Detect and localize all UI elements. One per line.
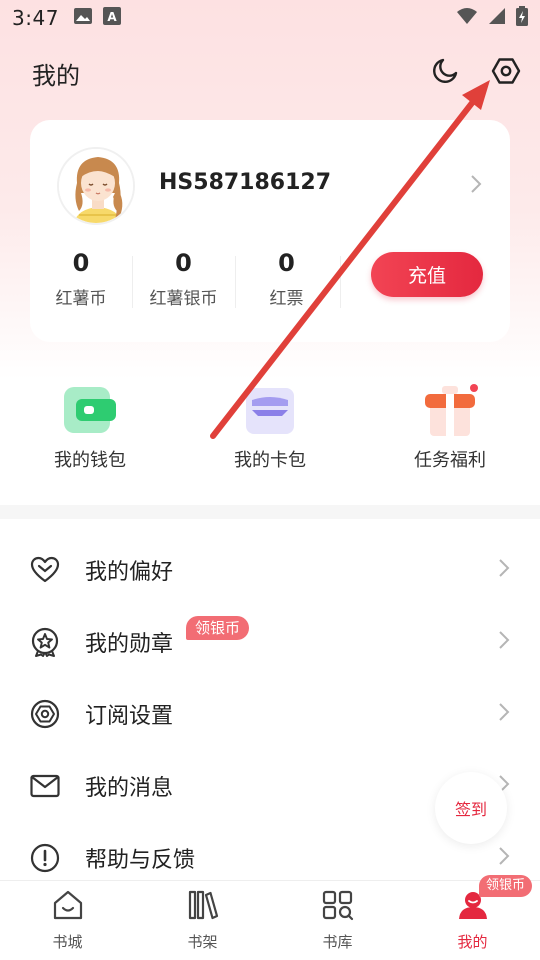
silver-coin-badge: 领银币 — [479, 875, 533, 897]
quick-action-label: 我的钱包 — [54, 450, 126, 471]
quick-action-label: 我的卡包 — [234, 450, 306, 471]
page-title: 我的 — [32, 61, 80, 90]
quick-action-label: 任务福利 — [414, 450, 486, 471]
menu-item-medals[interactable]: 我的勋章 领银币 — [0, 606, 540, 678]
nav-item-bookstore[interactable]: 书城 — [0, 881, 135, 960]
menu-label: 我的偏好 — [85, 560, 174, 585]
nav-item-library[interactable]: 书库 — [270, 881, 405, 960]
menu-item-preferences[interactable]: 我的偏好 — [0, 534, 540, 606]
nav-label: 书城 — [52, 933, 83, 951]
chevron-right-icon — [498, 630, 510, 654]
section-divider — [0, 505, 540, 519]
stat-silver-coins[interactable]: 0 红薯银币 — [132, 248, 235, 309]
notification-dot — [470, 384, 478, 392]
stat-value: 0 — [72, 249, 90, 277]
chevron-right-icon — [498, 846, 510, 870]
gear-icon — [30, 699, 60, 729]
avatar[interactable] — [57, 147, 135, 225]
stat-value: 0 — [278, 249, 295, 277]
svg-text:A: A — [107, 10, 117, 24]
stat-red-tickets[interactable]: 0 红票 — [235, 248, 338, 309]
mail-icon — [30, 771, 60, 801]
nav-label: 书库 — [322, 933, 353, 951]
wallet-stats: 0 红薯币 0 红薯银币 0 红票 — [30, 248, 370, 309]
nav-item-bookshelf[interactable]: 书架 — [135, 881, 270, 960]
medal-icon — [30, 627, 60, 657]
stat-coins[interactable]: 0 红薯币 — [30, 248, 132, 309]
username: HS587186127 — [159, 170, 332, 195]
font-icon: A — [102, 7, 121, 29]
settings-icon[interactable] — [490, 55, 522, 91]
recharge-button[interactable]: 充值 — [371, 252, 483, 297]
signal-icon — [488, 7, 506, 29]
stat-label: 红薯银币 — [149, 289, 218, 309]
chevron-right-icon — [498, 558, 510, 582]
stat-label: 红票 — [269, 289, 304, 309]
nav-label: 书架 — [187, 933, 218, 951]
divider — [340, 256, 341, 308]
heart-icon — [30, 555, 60, 585]
chevron-right-icon — [498, 702, 510, 726]
quick-action-tasks[interactable]: 任务福利 — [360, 380, 540, 490]
bookshelf-icon — [186, 889, 220, 925]
status-bar: 3:47 A — [0, 0, 540, 36]
wifi-icon — [456, 7, 478, 29]
image-icon — [73, 7, 93, 29]
quick-actions: 我的钱包 我的卡包 任务福利 — [0, 380, 540, 490]
battery-icon — [516, 6, 528, 30]
home-icon — [51, 889, 85, 925]
quick-action-wallet[interactable]: 我的钱包 — [0, 380, 180, 490]
moon-icon[interactable] — [430, 56, 460, 90]
menu-label: 订阅设置 — [85, 704, 174, 729]
stat-label: 红薯币 — [55, 289, 107, 309]
bottom-nav: 书城 书架 书库 我的 领银币 — [0, 875, 540, 960]
library-icon — [321, 889, 355, 925]
nav-item-profile[interactable]: 我的 领银币 — [405, 875, 540, 960]
menu-label: 我的消息 — [85, 776, 174, 801]
nav-label: 我的 — [457, 933, 488, 951]
profile-card[interactable]: HS587186127 0 红薯币 0 红薯银币 0 红票 充值 — [30, 120, 510, 342]
alert-icon — [30, 843, 60, 873]
card-icon — [240, 380, 300, 440]
chevron-right-icon[interactable] — [470, 174, 482, 198]
page-header: 我的 — [0, 48, 540, 98]
status-time: 3:47 — [12, 6, 59, 30]
menu-item-subscription[interactable]: 订阅设置 — [0, 678, 540, 750]
stat-value: 0 — [175, 249, 192, 277]
wallet-icon — [60, 380, 120, 440]
menu-label: 我的勋章 — [85, 632, 174, 657]
quick-action-card[interactable]: 我的卡包 — [180, 380, 360, 490]
sign-in-button[interactable]: 签到 — [435, 772, 507, 844]
menu-label: 帮助与反馈 — [85, 848, 196, 873]
silver-coin-badge: 领银币 — [186, 616, 250, 640]
